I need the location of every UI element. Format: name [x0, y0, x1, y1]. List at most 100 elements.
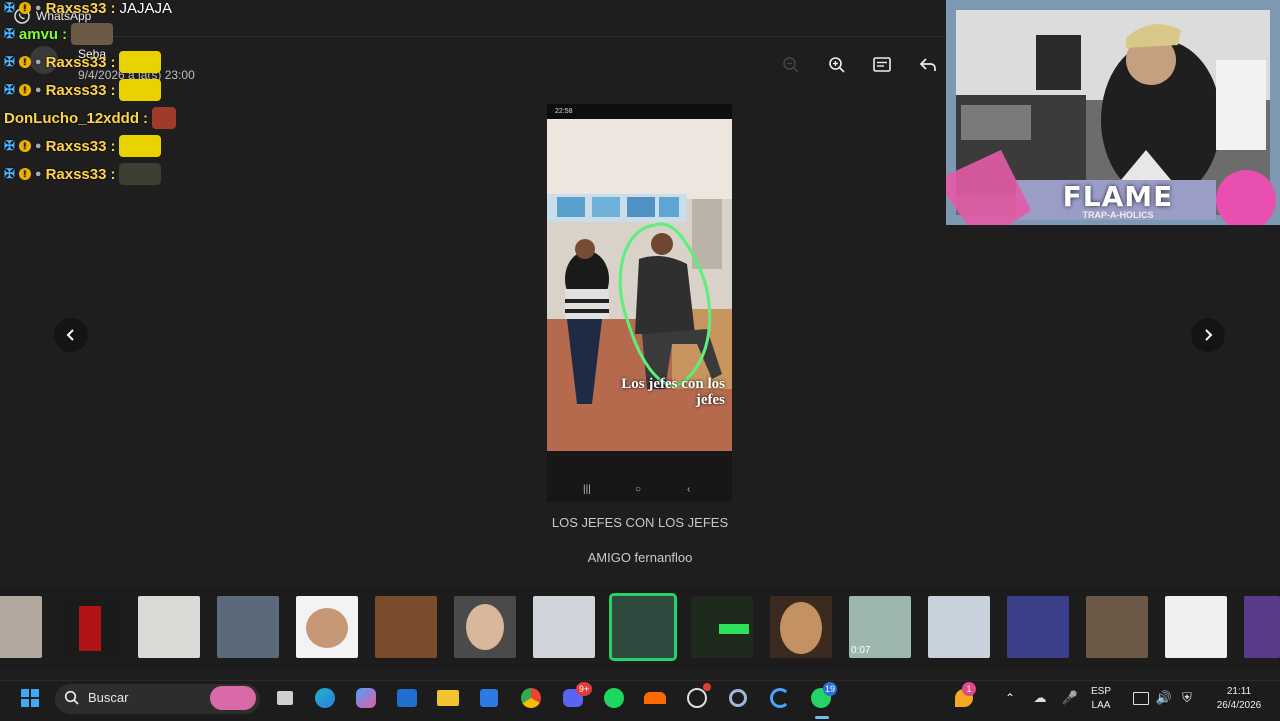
search-highlight-image [210, 686, 256, 710]
task-view-button[interactable] [272, 685, 298, 711]
folder-icon [437, 690, 459, 706]
chat-user: Raxss33 [45, 0, 107, 17]
sword-badge-icon: ✠ [4, 0, 15, 15]
input-language[interactable]: ESP LAA [1091, 685, 1111, 713]
recents-icon: ||| [583, 484, 591, 495]
recording-indicator [703, 683, 711, 691]
phone-status-bar: 22:58 [547, 104, 732, 119]
spotify-app[interactable] [601, 685, 627, 711]
minion-emote [119, 51, 162, 73]
task-view-icon [277, 691, 293, 705]
copilot-app[interactable] [353, 685, 379, 711]
chrome-app[interactable] [518, 685, 544, 711]
thumbnail[interactable] [217, 596, 279, 658]
store-app[interactable] [476, 685, 502, 711]
thumbnail[interactable] [375, 596, 437, 658]
volume-icon: 🔊 [1155, 690, 1173, 705]
minion-emote [119, 135, 162, 157]
thumbnail[interactable] [1086, 596, 1148, 658]
whatsapp-media-viewer: WhatsApp Seba 9/4/2026 a la(s) 23:00 22:… [0, 0, 1280, 680]
number-badge-icon: ! [18, 2, 31, 14]
soundcloud-icon [644, 692, 666, 704]
emote-image [71, 23, 114, 45]
chat-line: ✠ ! ● Raxss33: [4, 78, 162, 102]
previous-media-button[interactable] [54, 318, 88, 352]
thumbnail[interactable] [138, 596, 200, 658]
widgets-badge: 1 [962, 682, 976, 696]
thumbnail[interactable] [296, 596, 358, 658]
clock-date: 26/4/2026 [1216, 700, 1262, 711]
user-badge-icon: ● [34, 140, 42, 152]
thumbnail[interactable] [0, 596, 42, 658]
next-media-button[interactable] [1191, 318, 1225, 352]
number-badge-icon: ! [18, 56, 31, 68]
thumbnail[interactable] [928, 596, 990, 658]
sword-badge-icon: ✠ [4, 166, 15, 181]
number-badge-icon: ! [18, 168, 31, 180]
network-icon [1133, 691, 1149, 705]
microphone-button[interactable]: 🎤 [1057, 685, 1083, 711]
outlook-app[interactable] [394, 685, 420, 711]
thumbnail[interactable] [1165, 596, 1227, 658]
user-badge-icon: ● [34, 56, 42, 68]
chrome-icon [521, 688, 541, 708]
microphone-icon: 🎤 [1061, 690, 1079, 705]
thumbnail[interactable] [533, 596, 595, 658]
go-to-message-button[interactable] [869, 52, 895, 78]
start-button[interactable] [17, 685, 43, 711]
webcam-overlay: FLAME TRAP-A-HOLICS [946, 0, 1280, 225]
reply-button[interactable] [915, 52, 941, 78]
media-subtitle: AMIGO fernanfloo [587, 550, 693, 565]
minion-emote [119, 79, 162, 101]
chevron-left-icon [66, 329, 74, 341]
settings-app[interactable] [725, 685, 751, 711]
thumbnail[interactable] [1007, 596, 1069, 658]
phone-nav-bar: ||| ○ ‹ [547, 451, 732, 502]
spotify-icon [604, 688, 624, 708]
edge-app[interactable] [312, 685, 338, 711]
thumbnail-video[interactable]: 0:07 [849, 596, 911, 658]
search-icon [64, 690, 79, 705]
chat-user: Raxss33 [45, 165, 107, 183]
chat-line: ✠ ! ● Raxss33: [4, 162, 162, 186]
zoom-in-button[interactable] [824, 52, 850, 78]
thumbnail[interactable] [1244, 596, 1280, 658]
emote-image [152, 107, 177, 129]
thumbnail[interactable] [770, 596, 832, 658]
chat-line: ✠ ! ● Raxss33: JAJAJA [4, 0, 172, 17]
active-app-indicator [815, 716, 829, 719]
discord-badge: 9+ [576, 682, 592, 696]
number-badge-icon: ! [18, 140, 31, 152]
chat-line: ✠ ! ● Raxss33: [4, 134, 162, 158]
media-title: LOS JEFES CON LOS JEFES [551, 515, 729, 530]
show-hidden-icons-button[interactable]: ⌃ [997, 685, 1023, 711]
user-badge-icon: ● [34, 2, 42, 14]
video-duration: 0:07 [851, 645, 871, 656]
thumbnail[interactable] [59, 596, 121, 658]
security-button[interactable]: ⛨ [1174, 685, 1200, 711]
sword-badge-icon: ✠ [4, 54, 15, 69]
media-image: 22:58 Los jefes con los jefes ||| ○ ‹ [547, 104, 732, 502]
reply-icon [919, 58, 936, 71]
language-label: ESP [1091, 686, 1112, 697]
thumbnail-active[interactable] [609, 593, 677, 661]
chat-line: ✠ ! ● Raxss33: [4, 50, 162, 74]
search-placeholder: Buscar [88, 690, 129, 705]
thumbnail[interactable] [691, 596, 753, 658]
file-explorer-app[interactable] [435, 685, 461, 711]
thumbnail[interactable] [454, 596, 516, 658]
zoom-out-button[interactable] [778, 52, 804, 78]
clock[interactable]: 21:11 26/4/2026 [1204, 685, 1274, 713]
cloud-sync-button[interactable]: ☁ [1027, 685, 1053, 711]
chat-user: amvu [18, 25, 59, 43]
chat-user: DonLucho_12xddd [4, 109, 140, 127]
message-icon [873, 57, 891, 72]
sword-badge-icon: ✠ [4, 26, 15, 41]
home-icon: ○ [635, 484, 642, 495]
chat-line: DonLucho_12xddd: [4, 106, 177, 130]
soundcloud-app[interactable] [642, 685, 668, 711]
number-badge-icon: ! [18, 84, 31, 96]
emote-image [119, 163, 162, 185]
chat-line: ✠ amvu: [4, 22, 114, 46]
ccleaner-app[interactable] [767, 685, 793, 711]
